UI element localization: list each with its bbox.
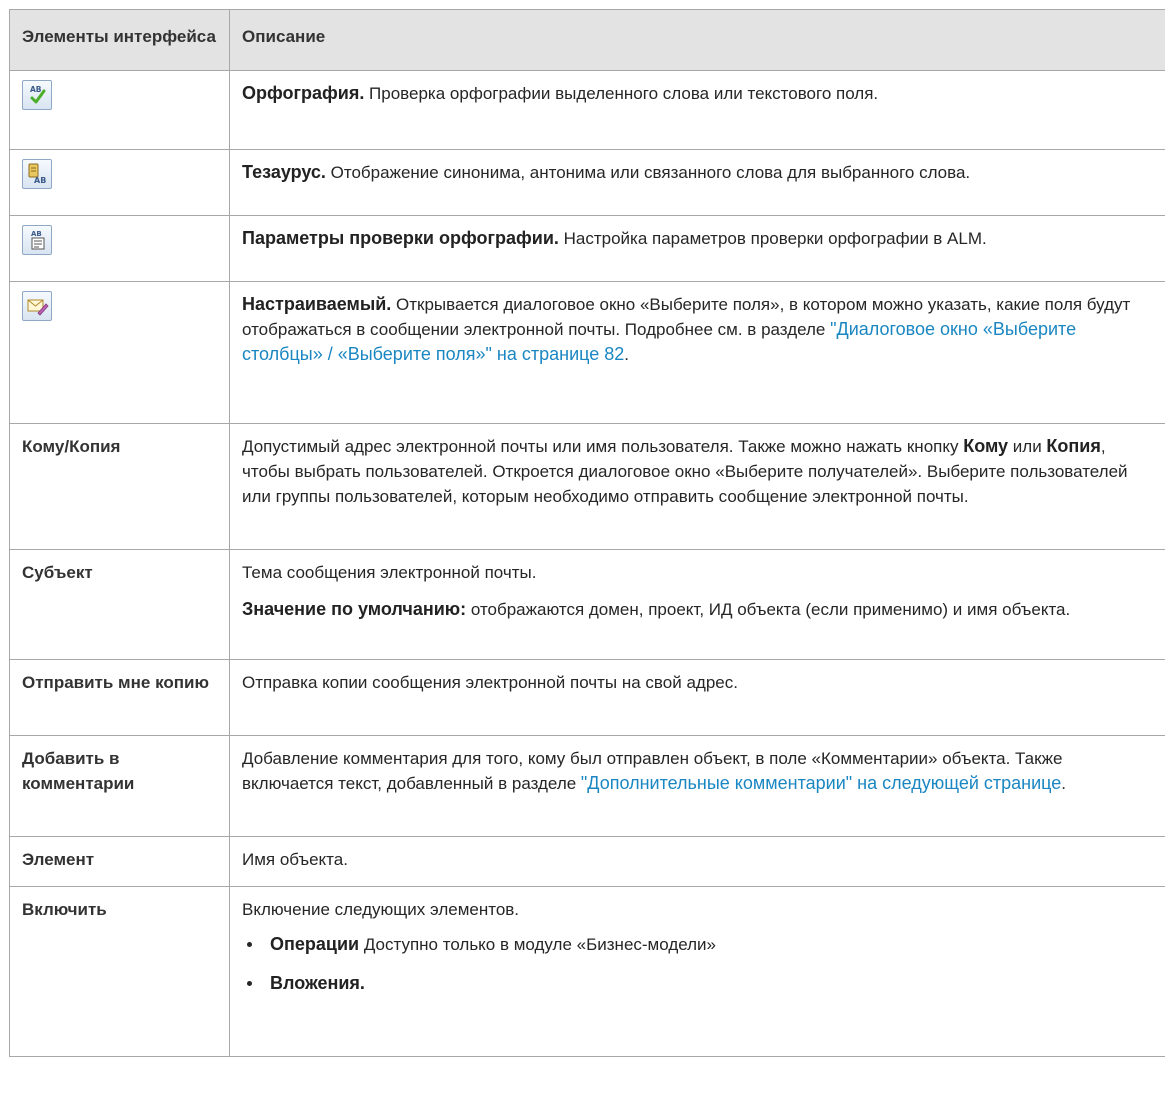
table-row: AB Тезаурус. Отображение синонима, антон…	[9, 149, 1165, 216]
description-cell: Добавление комментария для того, кому бы…	[229, 735, 1165, 837]
additional-comments-link[interactable]: "Дополнительные комментарии" на следующе…	[581, 773, 1061, 793]
ui-element-cell: Включить	[9, 886, 230, 1057]
ui-element-cell: Субъект	[9, 549, 230, 660]
ui-element-cell: AB	[9, 149, 230, 216]
cc-button-name: Копия	[1046, 436, 1101, 456]
list-item: Операции Доступно только в модуле «Бизне…	[264, 932, 1145, 957]
spelling-title: Орфография.	[242, 83, 365, 103]
table-row: Кому/Копия Допустимый адрес электронной …	[9, 423, 1165, 550]
thesaurus-text: Отображение синонима, антонима или связа…	[325, 163, 971, 182]
description-cell: Включение следующих элементов. Операции …	[229, 886, 1165, 1057]
default-value-text: отображаются домен, проект, ИД объекта (…	[466, 600, 1071, 619]
svg-text:AB: AB	[30, 85, 42, 94]
ui-element-cell	[9, 281, 230, 424]
include-list: Операции Доступно только в модуле «Бизне…	[242, 932, 1145, 996]
thesaurus-title: Тезаурус.	[242, 162, 326, 182]
element-text: Имя объекта.	[242, 850, 348, 869]
add-to-comments-label: Добавить в комментарии	[22, 749, 135, 793]
attachments-label: Вложения.	[270, 973, 365, 993]
table-row: AB Параметры проверки орфографии. Настро…	[9, 215, 1165, 282]
spell-options-text: Настройка параметров проверки орфографии…	[558, 229, 987, 248]
custom-fields-icon[interactable]	[22, 291, 52, 321]
send-me-copy-text: Отправка копии сообщения электронной поч…	[242, 673, 738, 692]
description-cell: Орфография. Проверка орфографии выделенн…	[229, 70, 1165, 150]
description-cell: Отправка копии сообщения электронной поч…	[229, 659, 1165, 736]
header-ui-elements: Элементы интерфейса	[9, 9, 230, 71]
element-label: Элемент	[22, 850, 95, 869]
include-label: Включить	[22, 900, 107, 919]
to-cc-label: Кому/Копия	[22, 437, 121, 456]
ui-elements-table: Элементы интерфейса Описание AB Орфограф…	[9, 9, 1165, 1057]
spell-check-icon[interactable]: AB	[22, 80, 52, 110]
description-cell: Тема сообщения электронной почты. Значен…	[229, 549, 1165, 660]
default-value-label: Значение по умолчанию:	[242, 599, 467, 619]
description-cell: Настраиваемый. Открывается диалоговое ок…	[229, 281, 1165, 424]
table-row: Отправить мне копию Отправка копии сообщ…	[9, 659, 1165, 736]
subject-label: Субъект	[22, 563, 93, 582]
to-cc-text-1: Допустимый адрес электронной почты или и…	[242, 437, 964, 456]
description-cell: Тезаурус. Отображение синонима, антонима…	[229, 149, 1165, 216]
operations-label: Операции	[270, 934, 360, 954]
ui-element-cell: Добавить в комментарии	[9, 735, 230, 837]
add-comments-end: .	[1061, 774, 1067, 793]
table-row: AB Орфография. Проверка орфографии выдел…	[9, 70, 1165, 150]
list-item: Вложения.	[264, 971, 1145, 996]
table-row: Добавить в комментарии Добавление коммен…	[9, 735, 1165, 837]
ui-element-cell: AB	[9, 215, 230, 282]
table-row: Элемент Имя объекта.	[9, 836, 1165, 887]
spell-options-title: Параметры проверки орфографии.	[242, 228, 559, 248]
thesaurus-icon[interactable]: AB	[22, 159, 52, 189]
custom-end: .	[624, 345, 630, 364]
header-description: Описание	[229, 9, 1165, 71]
table-header-row: Элементы интерфейса Описание	[9, 9, 1165, 71]
description-cell: Допустимый адрес электронной почты или и…	[229, 423, 1165, 550]
ui-element-cell: AB	[9, 70, 230, 150]
spelling-text: Проверка орфографии выделенного слова ил…	[364, 84, 879, 103]
description-cell: Параметры проверки орфографии. Настройка…	[229, 215, 1165, 282]
ui-element-cell: Элемент	[9, 836, 230, 887]
ui-element-cell: Отправить мне копию	[9, 659, 230, 736]
table-row: Настраиваемый. Открывается диалоговое ок…	[9, 281, 1165, 424]
description-cell: Имя объекта.	[229, 836, 1165, 887]
subject-text: Тема сообщения электронной почты.	[242, 563, 537, 582]
table-row: Субъект Тема сообщения электронной почты…	[9, 549, 1165, 660]
send-me-copy-label: Отправить мне копию	[22, 673, 209, 692]
operations-text: Доступно только в модуле «Бизнес-модели»	[359, 935, 717, 954]
table-row: Включить Включение следующих элементов. …	[9, 886, 1165, 1057]
svg-text:AB: AB	[31, 230, 42, 238]
subject-default: Значение по умолчанию: отображаются доме…	[242, 597, 1145, 622]
to-button-name: Кому	[963, 436, 1009, 456]
ui-element-cell: Кому/Копия	[9, 423, 230, 550]
to-cc-text-2: или	[1008, 437, 1047, 456]
svg-text:AB: AB	[34, 176, 46, 185]
spelling-options-icon[interactable]: AB	[22, 225, 52, 255]
include-text: Включение следующих элементов.	[242, 900, 520, 919]
custom-title: Настраиваемый.	[242, 294, 392, 314]
